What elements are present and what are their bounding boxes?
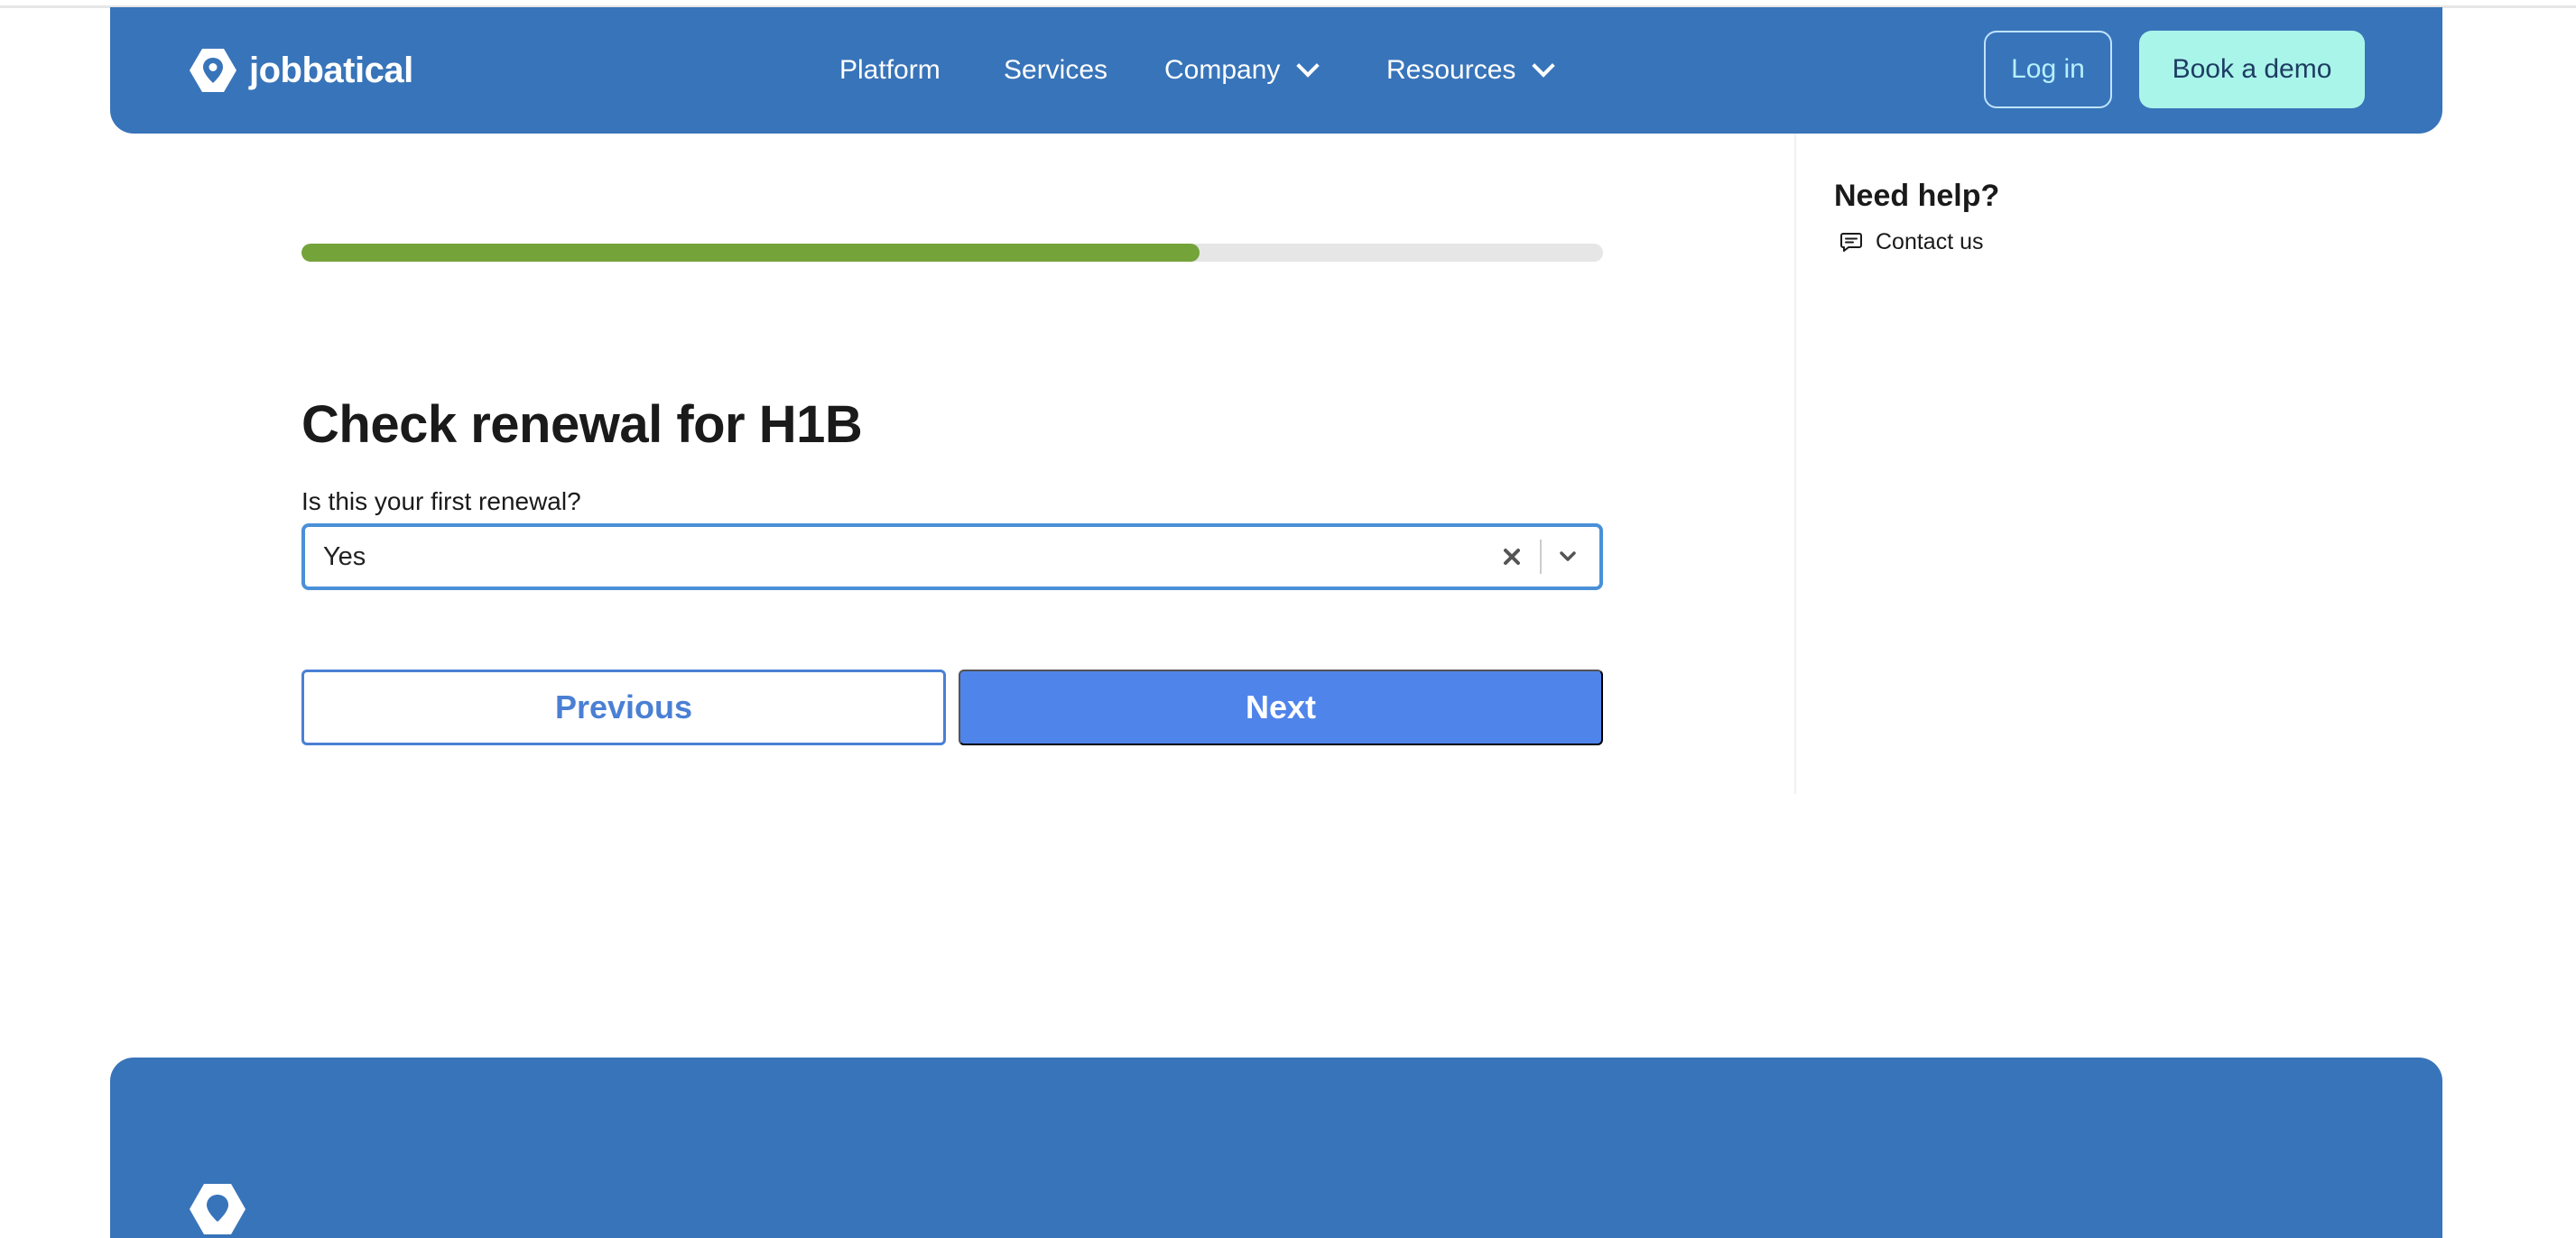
jobbatical-logo-icon [190, 49, 236, 92]
sidebar-divider [1794, 134, 1796, 794]
page-title: Check renewal for H1B [301, 394, 863, 454]
nav-resources-label: Resources [1386, 55, 1516, 85]
help-title: Need help? [1834, 179, 2000, 214]
clear-x-icon[interactable] [1498, 543, 1525, 570]
previous-button[interactable]: Previous [301, 670, 946, 745]
nav-platform[interactable]: Platform [839, 47, 941, 94]
contact-us-label: Contact us [1876, 228, 1984, 254]
jobbatical-logo-icon [190, 1184, 246, 1234]
chevron-down-icon [1296, 54, 1320, 78]
first-renewal-question-label: Is this your first renewal? [301, 487, 581, 515]
chevron-down-icon[interactable] [1554, 543, 1581, 570]
site-footer [110, 1058, 2442, 1238]
brand-name: jobbatical [249, 50, 413, 90]
nav-company-label: Company [1164, 55, 1281, 85]
select-separator [1540, 540, 1542, 574]
next-button[interactable]: Next [959, 670, 1603, 745]
progress-bar-fill [301, 244, 1200, 262]
first-renewal-select[interactable]: Yes [301, 523, 1603, 590]
select-value: Yes [323, 541, 366, 571]
brand-logo-link[interactable]: jobbatical [188, 45, 413, 96]
login-button[interactable]: Log in [1984, 31, 2112, 108]
nav-resources[interactable]: Resources [1386, 47, 1556, 94]
chevron-down-icon [1532, 54, 1556, 78]
contact-us-link[interactable]: Contact us [1839, 226, 1984, 258]
book-demo-button[interactable]: Book a demo [2139, 31, 2365, 108]
chat-bubble-icon [1840, 233, 1862, 252]
progress-bar [301, 244, 1603, 262]
nav-company[interactable]: Company [1164, 47, 1320, 94]
nav-services[interactable]: Services [1004, 47, 1107, 94]
